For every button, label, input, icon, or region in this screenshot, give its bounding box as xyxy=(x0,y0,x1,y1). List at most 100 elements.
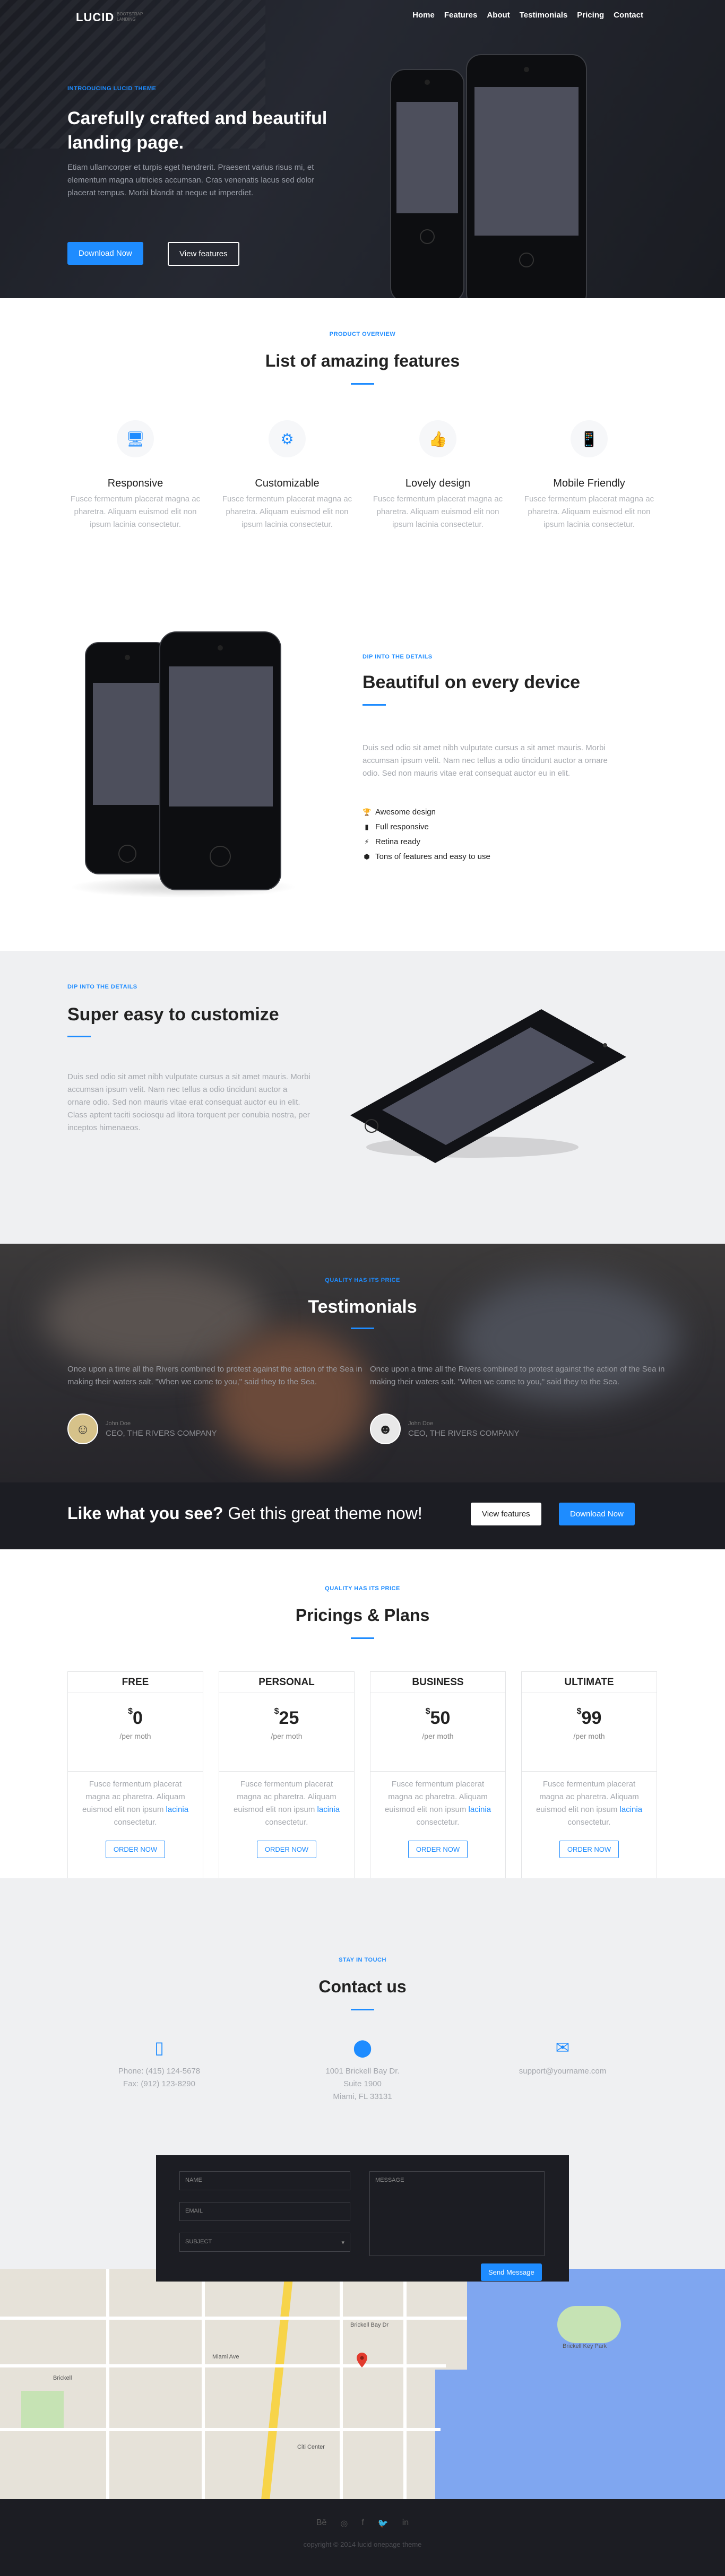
order-now-button[interactable]: ORDER NOW xyxy=(559,1841,619,1858)
map-road xyxy=(403,2269,407,2499)
address-line: Miami, FL 33131 xyxy=(333,2092,392,2101)
order-now-button[interactable]: ORDER NOW xyxy=(256,1841,317,1858)
plan-price: $25 xyxy=(219,1707,354,1729)
name-field[interactable]: NAME xyxy=(179,2171,350,2190)
address-line: Suite 1900 xyxy=(343,2079,382,2088)
plan-text-link[interactable]: lacinia xyxy=(620,1805,643,1814)
feature-lovely-design: 👍 Lovely design Fusce fermentum placerat… xyxy=(372,420,504,531)
plan-text: consectetur. xyxy=(265,1818,308,1827)
feature-text: Fusce fermentum placerat magna ac pharet… xyxy=(373,495,503,529)
list-item-label: Retina ready xyxy=(375,837,421,846)
map-pin-icon[interactable] xyxy=(357,2353,367,2367)
social-links: Bē ◎ f 🐦 in xyxy=(0,2518,725,2529)
price-value: 50 xyxy=(430,1708,451,1728)
chevron-down-icon: ▾ xyxy=(341,2240,344,2246)
plan-text: consectetur. xyxy=(567,1818,611,1827)
order-now-button[interactable]: ORDER NOW xyxy=(408,1841,468,1858)
cta-download-now-button[interactable]: Download Now xyxy=(559,1503,635,1525)
facebook-icon[interactable]: f xyxy=(361,2518,364,2529)
map-label: Miami Ave xyxy=(212,2354,239,2360)
map-label: Brickell xyxy=(53,2375,72,2381)
hero-section: LUCID BOOTSTRAP LANDING Home Features Ab… xyxy=(0,0,725,298)
nav-links: Home Features About Testimonials Pricing… xyxy=(412,11,643,20)
hero-text: Etiam ullamcorper et turpis eget hendrer… xyxy=(67,163,315,197)
nav-link-pricing[interactable]: Pricing xyxy=(577,11,604,20)
map-park xyxy=(21,2391,64,2428)
send-message-button[interactable]: Send Message xyxy=(481,2263,542,2281)
pricing-title-underline xyxy=(351,1637,374,1639)
contact-phone: ▯ Phone: (415) 124-5678 Fax: (912) 123-82… xyxy=(80,2037,239,2091)
plan-price-block: $50 /per moth xyxy=(370,1693,505,1772)
avatar: ☻ xyxy=(370,1413,401,1444)
map-road xyxy=(0,2317,467,2320)
nav-link-contact[interactable]: Contact xyxy=(614,11,643,20)
plan-text-link[interactable]: lacinia xyxy=(469,1805,491,1814)
plan-text: consectetur. xyxy=(114,1818,157,1827)
nav-link-testimonials[interactable]: Testimonials xyxy=(520,11,568,20)
device-phone-front xyxy=(159,631,281,890)
testimonials-title: Testimonials xyxy=(308,1297,417,1317)
plan-card-business: BUSINESS $50 /per moth Fusce fermentum p… xyxy=(370,1671,506,1893)
map-label: Citi Center xyxy=(297,2444,325,2450)
desktop-icon: 🖥 xyxy=(117,420,154,457)
subject-select[interactable]: SUBJECT ▾ xyxy=(179,2233,350,2252)
features-section: PRODUCT OVERVIEW List of amazing feature… xyxy=(0,298,725,585)
avatar: ☺ xyxy=(67,1413,98,1444)
mobile-icon: 📱 xyxy=(571,420,608,457)
list-item-label: Full responsive xyxy=(375,822,429,831)
map-embed[interactable]: Brickell Key Park Miami Ave Brickell Cit… xyxy=(0,2269,725,2499)
plan-price-block: $25 /per moth xyxy=(219,1693,354,1772)
plan-description: Fusce fermentum placerat magna ac pharet… xyxy=(68,1772,203,1829)
site-logo[interactable]: LUCID xyxy=(76,11,114,24)
linkedin-icon[interactable]: in xyxy=(402,2518,409,2529)
customize-text: Duis sed odio sit amet nibh vulputate cu… xyxy=(67,1072,310,1132)
cta-view-features-button[interactable]: View features xyxy=(471,1503,541,1525)
plan-card-free: FREE $0 /per moth Fusce fermentum placer… xyxy=(67,1671,203,1893)
plan-card-ultimate: ULTIMATE $99 /per moth Fusce fermentum p… xyxy=(521,1671,657,1893)
plan-text-link[interactable]: lacinia xyxy=(317,1805,340,1814)
dribbble-icon[interactable]: ◎ xyxy=(340,2518,348,2529)
device-section: DIP INTO THE DETAILS Beautiful on every … xyxy=(0,585,725,951)
features-eyebrow: PRODUCT OVERVIEW xyxy=(329,331,396,337)
map-road xyxy=(0,2428,441,2431)
copyright-text: copyright © 2014 lucid onepage theme xyxy=(303,2540,422,2548)
testimonial-quote: Once upon a time all the Rivers combined… xyxy=(67,1365,362,1386)
nav-link-home[interactable]: Home xyxy=(412,11,435,20)
list-item: 🏆 Awesome design xyxy=(362,805,490,820)
pricing-eyebrow: QUALITY HAS ITS PRICE xyxy=(325,1585,400,1592)
contact-email: ✉ support@yourname.com xyxy=(483,2037,642,2078)
behance-icon[interactable]: Bē xyxy=(316,2518,327,2529)
gear-icon: ⚙ xyxy=(269,420,306,457)
feature-responsive: 🖥 Responsive Fusce fermentum placerat ma… xyxy=(69,420,202,531)
map-water xyxy=(467,2269,725,2499)
author-role: CEO, THE RIVERS COMPANY xyxy=(408,1428,520,1438)
map-marker-icon: ⬤ xyxy=(353,2038,372,2057)
device-phone-back xyxy=(85,642,170,874)
cta-text-rest: Get this great theme now! xyxy=(223,1504,422,1523)
device-title: Beautiful on every device xyxy=(362,672,581,692)
list-item: ▮ Full responsive xyxy=(362,820,490,835)
map-road xyxy=(340,2269,343,2499)
view-features-button[interactable]: View features xyxy=(168,242,239,266)
currency-symbol: $ xyxy=(576,1707,582,1716)
cubes-icon: ⬢ xyxy=(364,853,370,861)
device-text: Duis sed odio sit amet nibh vulputate cu… xyxy=(362,743,608,778)
feature-title: Customizable xyxy=(255,478,320,489)
plan-period: /per moth xyxy=(422,1732,454,1740)
twitter-icon[interactable]: 🐦 xyxy=(378,2518,389,2529)
message-field[interactable]: MESSAGE xyxy=(369,2171,545,2256)
email-link[interactable]: support@yourname.com xyxy=(519,2067,606,2076)
customize-title-underline xyxy=(67,1036,91,1037)
order-now-button[interactable]: ORDER NOW xyxy=(105,1841,166,1858)
download-now-button[interactable]: Download Now xyxy=(67,242,143,265)
feature-title: Mobile Friendly xyxy=(553,478,625,489)
phone-icon: ▯ xyxy=(154,2038,164,2057)
mobile-icon: ▮ xyxy=(365,823,369,831)
plan-text-link[interactable]: lacinia xyxy=(166,1805,189,1814)
email-field[interactable]: EMAIL xyxy=(179,2202,350,2221)
plan-name: PERSONAL xyxy=(219,1672,354,1693)
subject-select-value: SUBJECT xyxy=(185,2239,212,2245)
nav-link-features[interactable]: Features xyxy=(444,11,478,20)
nav-link-about[interactable]: About xyxy=(487,11,510,20)
feature-title: Responsive xyxy=(107,478,163,489)
